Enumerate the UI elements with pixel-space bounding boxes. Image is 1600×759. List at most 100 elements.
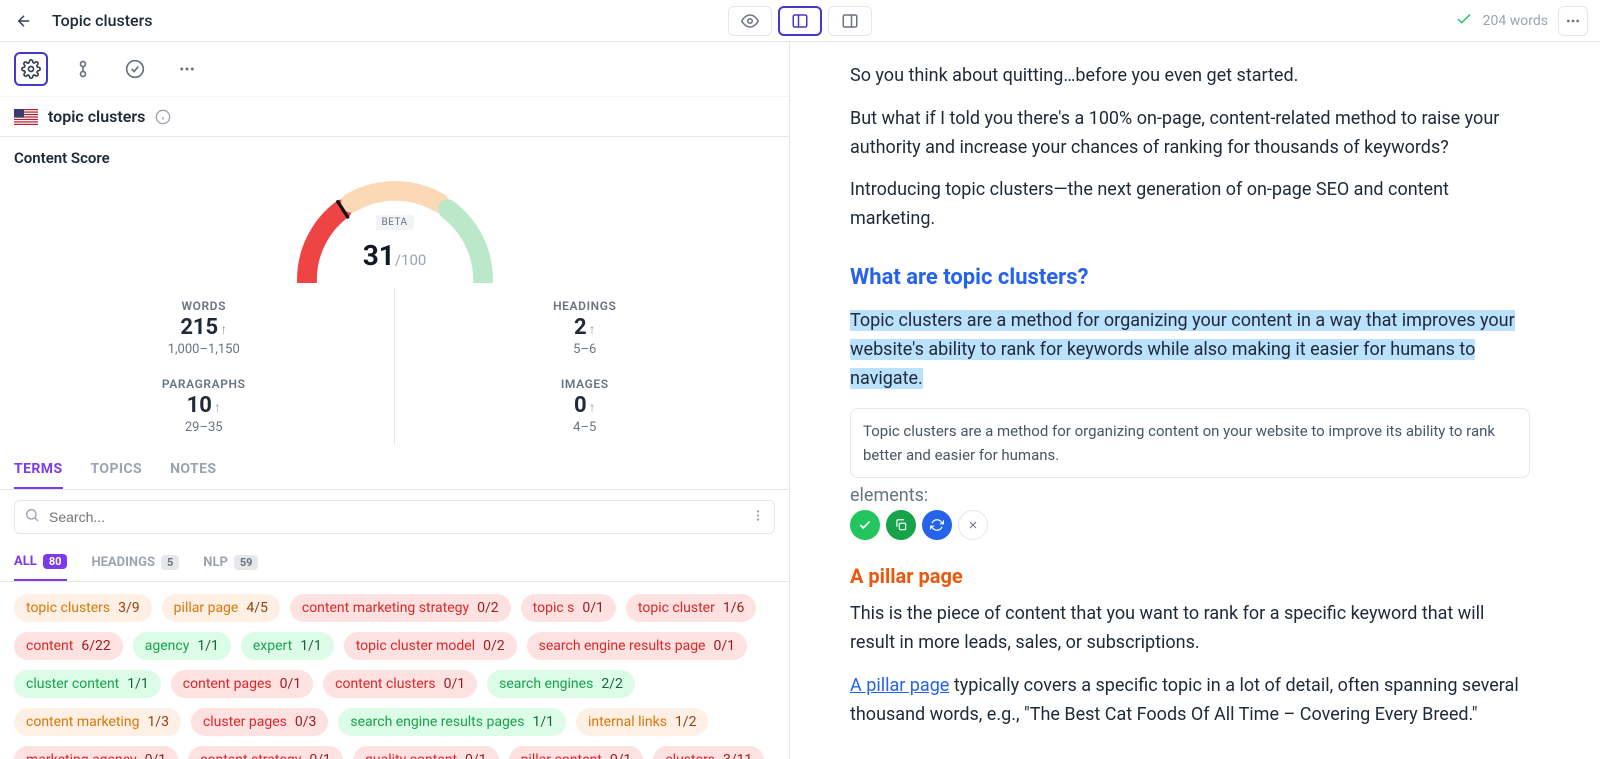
chain-icon [73,59,93,79]
settings-button[interactable] [14,52,48,86]
term-pill[interactable]: clusters 3/11 [653,746,764,759]
term-pill[interactable]: content pages0/1 [171,670,313,698]
paragraph[interactable]: So you think about quitting…before you e… [850,62,1530,91]
ai-suggestion-box: Topic clusters are a method for organizi… [850,408,1530,478]
term-pill[interactable]: search engine results pages1/1 [338,708,566,736]
term-pill[interactable]: cluster content1/1 [14,670,161,698]
term-pill[interactable]: search engines2/2 [487,670,635,698]
term-label: search engines [499,676,593,692]
term-pill[interactable]: topic s0/1 [521,594,616,622]
tab-terms[interactable]: TERMS [14,451,63,489]
term-pill[interactable]: content marketing strategy0/2 [290,594,511,622]
heading-h2[interactable]: What are topic clusters? [850,260,1530,295]
term-pill[interactable]: cluster pages0/3 [191,708,328,736]
term-count: 1/1 [300,638,322,654]
view-preview-button[interactable] [728,6,772,36]
term-label: clusters [665,752,715,759]
accept-button[interactable] [850,510,880,540]
term-pill[interactable]: search engine results page0/1 [527,632,747,660]
subtab-all[interactable]: ALL80 [14,544,67,581]
subtab-nlp[interactable]: NLP59 [203,544,258,581]
term-count: 0/2 [477,600,499,616]
dismiss-button[interactable] [958,510,988,540]
subtabs: ALL80 HEADINGS5 NLP59 [0,544,789,582]
chain-button[interactable] [66,52,100,86]
term-pill[interactable]: topic cluster1/6 [626,594,756,622]
check-icon [1455,10,1473,32]
close-icon [967,519,979,531]
search-input[interactable] [14,500,775,534]
paragraph[interactable]: But what if I told you there's a 100% on… [850,105,1530,163]
term-count: 1/1 [197,638,219,654]
term-label: topic clusters [26,600,110,616]
term-pill[interactable]: content clusters0/1 [323,670,477,698]
term-count: 1/2 [675,714,697,730]
editor-panel[interactable]: So you think about quitting…before you e… [790,42,1600,759]
tab-notes[interactable]: NOTES [170,451,216,489]
term-label: content [26,638,73,654]
term-pill[interactable]: pillar content0/1 [509,746,644,759]
panel-toolbar [0,42,789,97]
term-pill[interactable]: topic cluster model0/2 [344,632,517,660]
search-options-button[interactable] [751,508,765,527]
panel-more-button[interactable] [170,52,204,86]
suggestion-actions [850,510,1530,540]
term-label: cluster content [26,676,119,692]
copy-icon [894,518,908,532]
paragraph[interactable]: This is the piece of content that you wa… [850,600,1530,658]
term-count: 0/1 [610,752,632,759]
arrow-up-icon: ↑ [220,322,227,338]
topbar-right: 204 words [1455,6,1588,36]
paragraph[interactable]: A pillar page typically covers a specifi… [850,672,1530,730]
view-editor-button[interactable] [828,6,872,36]
metric-words: WORDS 215↑ 1,000–1,150 [14,289,395,367]
refresh-icon [930,518,944,532]
check-circle-button[interactable] [118,52,152,86]
view-split-button[interactable] [778,6,822,36]
score-section: Content Score BETA 31/100 WORDS 215↑ [0,137,789,445]
dots-icon [1565,13,1581,29]
paragraph-highlighted[interactable]: Topic clusters are a method for organizi… [850,307,1530,393]
pillar-page-link[interactable]: A pillar page [850,675,949,696]
term-pill[interactable]: content strategy0/1 [188,746,343,759]
term-pill[interactable]: topic clusters 3/9 [14,594,152,622]
term-label: internal links [588,714,667,730]
score-title: Content Score [14,149,775,167]
term-pill[interactable]: quality content0/1 [353,746,499,759]
term-count: 3/9 [118,600,140,616]
score-gauge: BETA 31/100 [285,173,505,283]
view-switcher [728,6,872,36]
term-label: search engine results pages [350,714,524,730]
us-flag-icon [14,109,38,125]
left-panel: topic clusters Content Score BETA 31/100 [0,42,790,759]
tabs: TERMS TOPICS NOTES [0,451,789,490]
paragraph[interactable]: Introducing topic clusters—the next gene… [850,176,1530,234]
copy-button[interactable] [886,510,916,540]
term-pill[interactable]: agency1/1 [133,632,231,660]
check-circle-icon [125,59,145,79]
term-pill[interactable]: expert1/1 [241,632,334,660]
term-count: 3/11 [723,752,752,759]
term-label: search engine results page [539,638,706,654]
term-pill[interactable]: pillar page4/5 [162,594,280,622]
term-label: cluster pages [203,714,287,730]
term-pill[interactable]: marketing agency0/1 [14,746,178,759]
back-button[interactable] [12,9,36,33]
keyword-row: topic clusters [0,97,789,137]
term-count: 1/6 [723,600,745,616]
document-body[interactable]: So you think about quitting…before you e… [790,42,1600,759]
info-icon[interactable] [155,109,171,125]
term-count: 4/5 [246,600,268,616]
heading-h3[interactable]: A pillar page [850,560,1530,592]
subtab-headings[interactable]: HEADINGS5 [91,544,179,581]
arrow-up-icon: ↑ [589,322,596,338]
term-label: topic s [533,600,575,616]
term-pill[interactable]: content marketing1/3 [14,708,181,736]
more-button[interactable] [1558,6,1588,36]
score-value: 31/100 [363,239,427,272]
regenerate-button[interactable] [922,510,952,540]
metric-images: IMAGES 0↑ 4–5 [395,367,776,445]
term-pill[interactable]: content6/22 [14,632,123,660]
tab-topics[interactable]: TOPICS [91,451,143,489]
term-pill[interactable]: internal links 1/2 [576,708,708,736]
